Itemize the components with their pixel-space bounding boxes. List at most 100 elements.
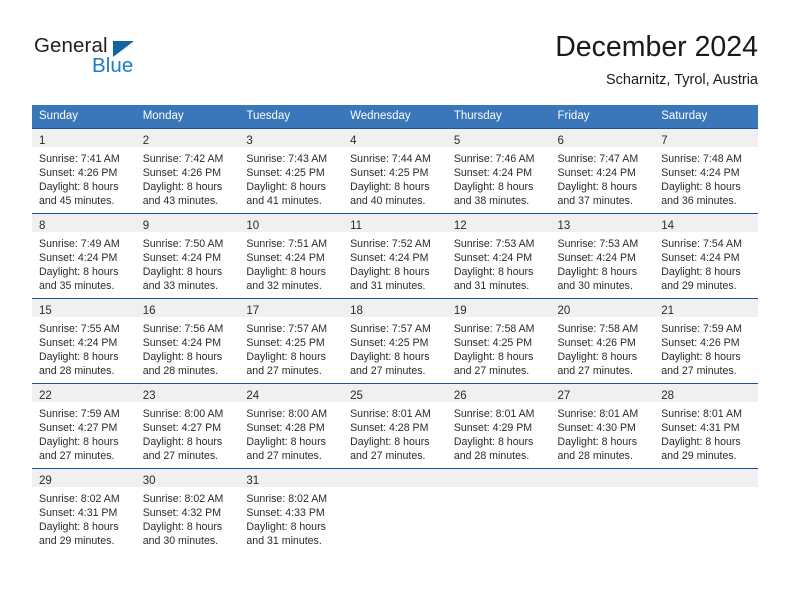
- sunset-text: Sunset: 4:25 PM: [246, 167, 325, 180]
- sunset-text: Sunset: 4:25 PM: [246, 337, 325, 350]
- day-number-band: 7: [654, 129, 758, 147]
- calendar-day-cell[interactable]: 3 Sunrise: 7:43 AM Sunset: 4:25 PM Daylight…: [239, 128, 344, 214]
- calendar-day-cell[interactable]: 23 Sunrise: 8:00 AM Sunset: 4:27 PM Dayligh…: [135, 383, 240, 469]
- sunset-text: Sunset: 4:24 PM: [453, 167, 533, 180]
- sunset-text: Sunset: 4:24 PM: [350, 252, 429, 265]
- daylight-text-line2: and 38 minutes.: [453, 195, 530, 208]
- day-number: 19: [453, 305, 467, 317]
- day-cell-inner: 2 Sunrise: 7:42 AM Sunset: 4:26 PM Daylight…: [135, 129, 240, 213]
- day-number-band: 31: [239, 469, 344, 487]
- daylight-text-line2: and 36 minutes.: [661, 195, 737, 208]
- daylight-text-line2: and 40 minutes.: [350, 195, 426, 208]
- calendar-day-cell[interactable]: 22 Sunrise: 7:59 AM Sunset: 4:27 PM Dayligh…: [32, 383, 136, 469]
- calendar-day-cell[interactable]: 1 Sunrise: 7:41 AM Sunset: 4:26 PM Daylight…: [32, 128, 136, 214]
- day-cell-inner: 11 Sunrise: 7:52 AM Sunset: 4:24 PM Dayligh…: [343, 214, 447, 298]
- daylight-text-line1: Daylight: 8 hours: [39, 351, 119, 364]
- sunrise-text: Sunrise: 7:54 AM: [661, 238, 742, 250]
- day-number: 28: [661, 390, 675, 402]
- day-number-band: 19: [446, 299, 551, 317]
- day-cell-inner: 30 Sunrise: 8:02 AM Sunset: 4:32 PM Dayligh…: [135, 469, 240, 553]
- day-number-band: 3: [239, 129, 344, 147]
- day-details: Sunrise: 7:42 AM Sunset: 4:26 PM Daylight:…: [136, 147, 240, 208]
- sunset-text: Sunset: 4:26 PM: [661, 337, 740, 350]
- day-details: Sunrise: 7:58 AM Sunset: 4:25 PM Daylight:…: [447, 317, 551, 378]
- calendar-day-cell[interactable]: 8 Sunrise: 7:49 AM Sunset: 4:24 PM Daylight…: [32, 213, 136, 299]
- calendar-day-cell[interactable]: 14 Sunrise: 7:54 AM Sunset: 4:24 PM Dayligh…: [654, 213, 758, 299]
- day-cell-inner: 8 Sunrise: 7:49 AM Sunset: 4:24 PM Daylight…: [32, 214, 136, 298]
- day-details: Sunrise: 7:59 AM Sunset: 4:26 PM Daylight:…: [654, 317, 758, 378]
- day-cell-inner: 21 Sunrise: 7:59 AM Sunset: 4:26 PM Dayligh…: [654, 299, 758, 383]
- calendar-day-cell[interactable]: 6 Sunrise: 7:47 AM Sunset: 4:24 PM Daylight…: [550, 128, 655, 214]
- calendar-day-cell[interactable]: 17 Sunrise: 7:57 AM Sunset: 4:25 PM Dayligh…: [239, 298, 344, 384]
- calendar-day-cell[interactable]: 28 Sunrise: 8:01 AM Sunset: 4:31 PM Dayligh…: [654, 383, 758, 469]
- calendar-day-cell[interactable]: 16 Sunrise: 7:56 AM Sunset: 4:24 PM Dayligh…: [135, 298, 240, 384]
- daylight-text-line2: and 30 minutes.: [142, 535, 219, 548]
- calendar-day-cell[interactable]: 12 Sunrise: 7:53 AM Sunset: 4:24 PM Dayligh…: [446, 213, 551, 299]
- day-number-band: 23: [135, 384, 240, 402]
- day-number-band: 5: [446, 129, 551, 147]
- day-number-band: [654, 469, 758, 487]
- day-number-band: 2: [135, 129, 240, 147]
- daylight-text-line1: Daylight: 8 hours: [350, 266, 430, 279]
- calendar-day-cell[interactable]: 11 Sunrise: 7:52 AM Sunset: 4:24 PM Dayligh…: [343, 213, 447, 299]
- day-number-band: 20: [550, 299, 655, 317]
- daylight-text-line2: and 35 minutes.: [39, 280, 115, 293]
- day-details: Sunrise: 7:46 AM Sunset: 4:24 PM Daylight:…: [447, 147, 551, 208]
- day-details: Sunrise: 7:57 AM Sunset: 4:25 PM Daylight:…: [343, 317, 447, 378]
- day-details: Sunrise: 8:02 AM Sunset: 4:31 PM Daylight:…: [32, 487, 136, 548]
- calendar-table: Sunday Monday Tuesday Wednesday Thursday…: [32, 105, 758, 553]
- daylight-text-line2: and 29 minutes.: [661, 450, 737, 463]
- weekday-header-monday: Monday: [135, 105, 240, 129]
- day-number-band: 21: [654, 299, 758, 317]
- sunset-text: Sunset: 4:31 PM: [39, 507, 118, 520]
- weekday-header-sunday: Sunday: [32, 105, 136, 129]
- calendar-day-cell[interactable]: 4 Sunrise: 7:44 AM Sunset: 4:25 PM Daylight…: [343, 128, 447, 214]
- day-cell-inner: [550, 469, 655, 553]
- daylight-text-line1: Daylight: 8 hours: [350, 436, 430, 449]
- calendar-day-cell[interactable]: 19 Sunrise: 7:58 AM Sunset: 4:25 PM Dayligh…: [446, 298, 551, 384]
- sunset-text: Sunset: 4:24 PM: [142, 337, 222, 350]
- day-details: Sunrise: 7:55 AM Sunset: 4:24 PM Daylight:…: [32, 317, 136, 378]
- calendar-day-cell[interactable]: 5 Sunrise: 7:46 AM Sunset: 4:24 PM Daylight…: [446, 128, 551, 214]
- calendar-day-cell[interactable]: 27 Sunrise: 8:01 AM Sunset: 4:30 PM Dayligh…: [550, 383, 655, 469]
- calendar-day-cell[interactable]: 13 Sunrise: 7:53 AM Sunset: 4:24 PM Dayligh…: [550, 213, 655, 299]
- sunset-text: Sunset: 4:29 PM: [453, 422, 533, 435]
- day-number: 17: [246, 305, 260, 317]
- sunrise-text: Sunrise: 8:02 AM: [246, 493, 328, 505]
- day-number-band: 8: [32, 214, 136, 232]
- day-number-band: 10: [239, 214, 344, 232]
- daylight-text-line2: and 31 minutes.: [246, 535, 322, 548]
- calendar-day-cell[interactable]: 2 Sunrise: 7:42 AM Sunset: 4:26 PM Daylight…: [135, 128, 240, 214]
- daylight-text-line1: Daylight: 8 hours: [557, 266, 638, 279]
- calendar-day-cell[interactable]: 25 Sunrise: 8:01 AM Sunset: 4:28 PM Dayligh…: [343, 383, 447, 469]
- calendar-day-cell[interactable]: 20 Sunrise: 7:58 AM Sunset: 4:26 PM Dayligh…: [550, 298, 655, 384]
- sunset-text: Sunset: 4:24 PM: [246, 252, 325, 265]
- calendar-day-cell[interactable]: 26 Sunrise: 8:01 AM Sunset: 4:29 PM Dayligh…: [446, 383, 551, 469]
- day-number: 2: [142, 135, 150, 147]
- day-number-band: 17: [239, 299, 344, 317]
- day-cell-inner: 4 Sunrise: 7:44 AM Sunset: 4:25 PM Daylight…: [343, 129, 447, 213]
- sunset-text: Sunset: 4:28 PM: [246, 422, 325, 435]
- daylight-text-line1: Daylight: 8 hours: [557, 436, 638, 449]
- general-blue-logo[interactable]: General Blue: [32, 34, 262, 90]
- logo-text-blue: Blue: [92, 54, 134, 77]
- sunset-text: Sunset: 4:27 PM: [142, 422, 222, 435]
- calendar-day-cell[interactable]: 21 Sunrise: 7:59 AM Sunset: 4:26 PM Dayligh…: [654, 298, 758, 384]
- day-number-band: 4: [343, 129, 447, 147]
- calendar-week-row: 29 Sunrise: 8:02 AM Sunset: 4:31 PM Dayligh…: [32, 468, 758, 553]
- calendar-day-cell[interactable]: 18 Sunrise: 7:57 AM Sunset: 4:25 PM Dayligh…: [343, 298, 447, 384]
- day-cell-inner: 27 Sunrise: 8:01 AM Sunset: 4:30 PM Dayligh…: [550, 384, 655, 468]
- calendar-day-cell-empty: [343, 468, 447, 553]
- calendar-day-cell[interactable]: 9 Sunrise: 7:50 AM Sunset: 4:24 PM Daylight…: [135, 213, 240, 299]
- calendar-day-cell[interactable]: 31 Sunrise: 8:02 AM Sunset: 4:33 PM Dayligh…: [239, 468, 344, 553]
- day-cell-inner: 26 Sunrise: 8:01 AM Sunset: 4:29 PM Dayligh…: [446, 384, 551, 468]
- calendar-day-cell[interactable]: 7 Sunrise: 7:48 AM Sunset: 4:24 PM Daylight…: [654, 128, 758, 214]
- calendar-day-cell[interactable]: 24 Sunrise: 8:00 AM Sunset: 4:28 PM Dayligh…: [239, 383, 344, 469]
- calendar-day-cell[interactable]: 29 Sunrise: 8:02 AM Sunset: 4:31 PM Dayligh…: [32, 468, 136, 553]
- calendar-day-cell[interactable]: 10 Sunrise: 7:51 AM Sunset: 4:24 PM Dayligh…: [239, 213, 344, 299]
- daylight-text-line1: Daylight: 8 hours: [39, 521, 119, 534]
- calendar-day-cell[interactable]: 30 Sunrise: 8:02 AM Sunset: 4:32 PM Dayligh…: [135, 468, 240, 553]
- day-cell-inner: 6 Sunrise: 7:47 AM Sunset: 4:24 PM Daylight…: [550, 129, 655, 213]
- daylight-text-line1: Daylight: 8 hours: [350, 181, 430, 194]
- calendar-day-cell[interactable]: 15 Sunrise: 7:55 AM Sunset: 4:24 PM Dayligh…: [32, 298, 136, 384]
